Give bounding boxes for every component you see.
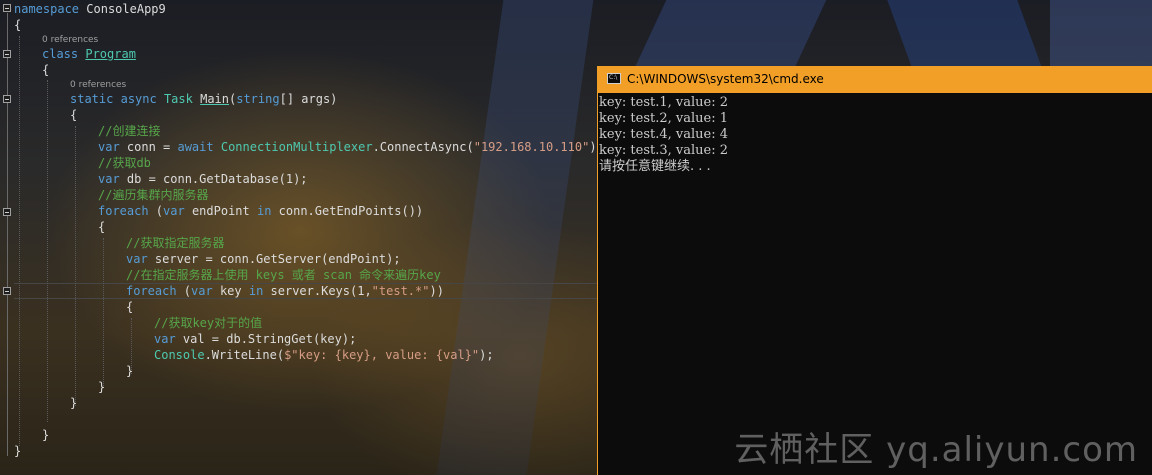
- code-text: db = conn.GetDatabase(1);: [119, 172, 308, 186]
- editor-gutter: [0, 0, 14, 475]
- keyword: var: [163, 204, 185, 218]
- code-line: }: [42, 428, 50, 442]
- keyword: var: [191, 284, 213, 298]
- code-line: }: [14, 444, 22, 458]
- code-editor[interactable]: namespace ConsoleApp9 { 0 references cla…: [14, 0, 604, 475]
- keyword: var: [98, 172, 120, 186]
- code-text: (: [148, 204, 164, 218]
- code-line: {: [126, 300, 134, 314]
- keyword: var: [154, 332, 176, 346]
- comment: //创建连接: [98, 124, 161, 138]
- code-line: var server = conn.GetServer(endPoint);: [126, 251, 401, 267]
- wallpaper-streak: [633, 0, 827, 70]
- keyword: foreach: [98, 204, 149, 218]
- type-name: Program: [85, 47, 136, 61]
- string-literal: "test.*": [371, 284, 430, 298]
- keyword: static: [70, 92, 114, 106]
- code-text: (: [176, 284, 192, 298]
- code-line: }: [98, 380, 106, 394]
- type-name: ConnectionMultiplexer: [220, 140, 373, 154]
- cmd-window[interactable]: C:\WINDOWS\system32\cmd.exe key: test.1,…: [597, 66, 1152, 475]
- keyword: foreach: [126, 284, 177, 298]
- keyword: await: [177, 140, 214, 154]
- watermark: 云栖社区 yq.aliyun.com: [734, 430, 1138, 470]
- code-line: foreach (var endPoint in conn.GetEndPoin…: [98, 203, 423, 219]
- code-line: class Program: [42, 46, 136, 62]
- wallpaper-streak: [1050, 0, 1152, 70]
- string-literal: "192.168.10.110": [473, 140, 590, 154]
- keyword: class: [42, 47, 79, 61]
- code-text: .WriteLine(: [204, 348, 285, 362]
- code-line: }: [70, 396, 78, 410]
- code-line: namespace ConsoleApp9: [14, 1, 166, 17]
- keyword: async: [120, 92, 157, 106]
- comment: //遍历集群内服务器: [98, 188, 209, 202]
- code-text: endPoint: [184, 204, 257, 218]
- string-literal: $"key: {key}, value: {val}": [284, 348, 480, 362]
- keyword: var: [98, 140, 120, 154]
- cmd-output-line: key: test.4, value: 4: [599, 127, 729, 142]
- codelens-references[interactable]: 0 references: [70, 80, 126, 90]
- code-text: server = conn.GetServer(endPoint);: [147, 252, 401, 266]
- code-line: var conn = await ConnectionMultiplexer.C…: [98, 139, 604, 155]
- type-name: Task: [163, 92, 193, 106]
- code-line: {: [14, 18, 22, 32]
- code-line: foreach (var key in server.Keys(1,"test.…: [126, 283, 444, 299]
- keyword: in: [248, 284, 264, 298]
- code-text: key: [212, 284, 249, 298]
- collapse-method-icon[interactable]: [3, 95, 11, 103]
- code-line: var db = conn.GetDatabase(1);: [98, 171, 308, 187]
- fold-line: [7, 13, 8, 456]
- code-text: val = db.StringGet(key);: [175, 332, 357, 346]
- keyword: namespace: [14, 2, 80, 16]
- parameters: [] args): [279, 92, 338, 106]
- collapse-namespace-icon[interactable]: [3, 4, 11, 12]
- type-name: Console: [154, 348, 205, 362]
- code-line: }: [126, 364, 134, 378]
- method-name: Main: [200, 92, 229, 106]
- code-line: var val = db.StringGet(key);: [154, 331, 356, 347]
- comment: //获取db: [98, 156, 151, 170]
- collapse-foreach-endpoints-icon[interactable]: [3, 208, 11, 216]
- code-line: {: [98, 220, 106, 234]
- code-text: );: [479, 348, 494, 362]
- cmd-output-line: key: test.1, value: 2: [599, 95, 729, 110]
- comment: //获取指定服务器: [126, 236, 225, 250]
- console-icon[interactable]: [607, 73, 621, 84]
- code-text: conn =: [119, 140, 178, 154]
- cmd-output-line: key: test.3, value: 2: [599, 143, 729, 158]
- cmd-output-line: 请按任意键继续. . .: [599, 159, 711, 174]
- code-line: Console.WriteLine($"key: {key}, value: {…: [154, 347, 494, 363]
- code-text: )): [429, 284, 444, 298]
- codelens-references[interactable]: 0 references: [42, 35, 98, 45]
- code-text: conn.GetEndPoints()): [271, 204, 424, 218]
- comment: //在指定服务器上使用 keys 或者 scan 命令来遍历key: [126, 268, 441, 282]
- keyword: var: [126, 252, 148, 266]
- cmd-titlebar[interactable]: C:\WINDOWS\system32\cmd.exe: [598, 66, 1152, 93]
- cmd-window-title: C:\WINDOWS\system32\cmd.exe: [627, 72, 824, 86]
- wallpaper-streak: [887, 0, 1043, 70]
- cmd-output-line: key: test.2, value: 1: [599, 111, 729, 126]
- collapse-foreach-keys-icon[interactable]: [3, 287, 11, 295]
- identifier: ConsoleApp9: [86, 2, 166, 16]
- code-line: static async Task Main(string[] args): [70, 91, 337, 107]
- code-text: .ConnectAsync(: [372, 140, 474, 154]
- code-line: {: [42, 63, 50, 77]
- code-line: {: [70, 108, 78, 122]
- cmd-output[interactable]: key: test.1, value: 2 key: test.2, value…: [599, 95, 1149, 175]
- comment: //获取key对于的值: [154, 316, 263, 330]
- collapse-class-icon[interactable]: [3, 50, 11, 58]
- code-text: server.Keys(1,: [263, 284, 372, 298]
- keyword: string: [236, 92, 280, 106]
- keyword: in: [256, 204, 272, 218]
